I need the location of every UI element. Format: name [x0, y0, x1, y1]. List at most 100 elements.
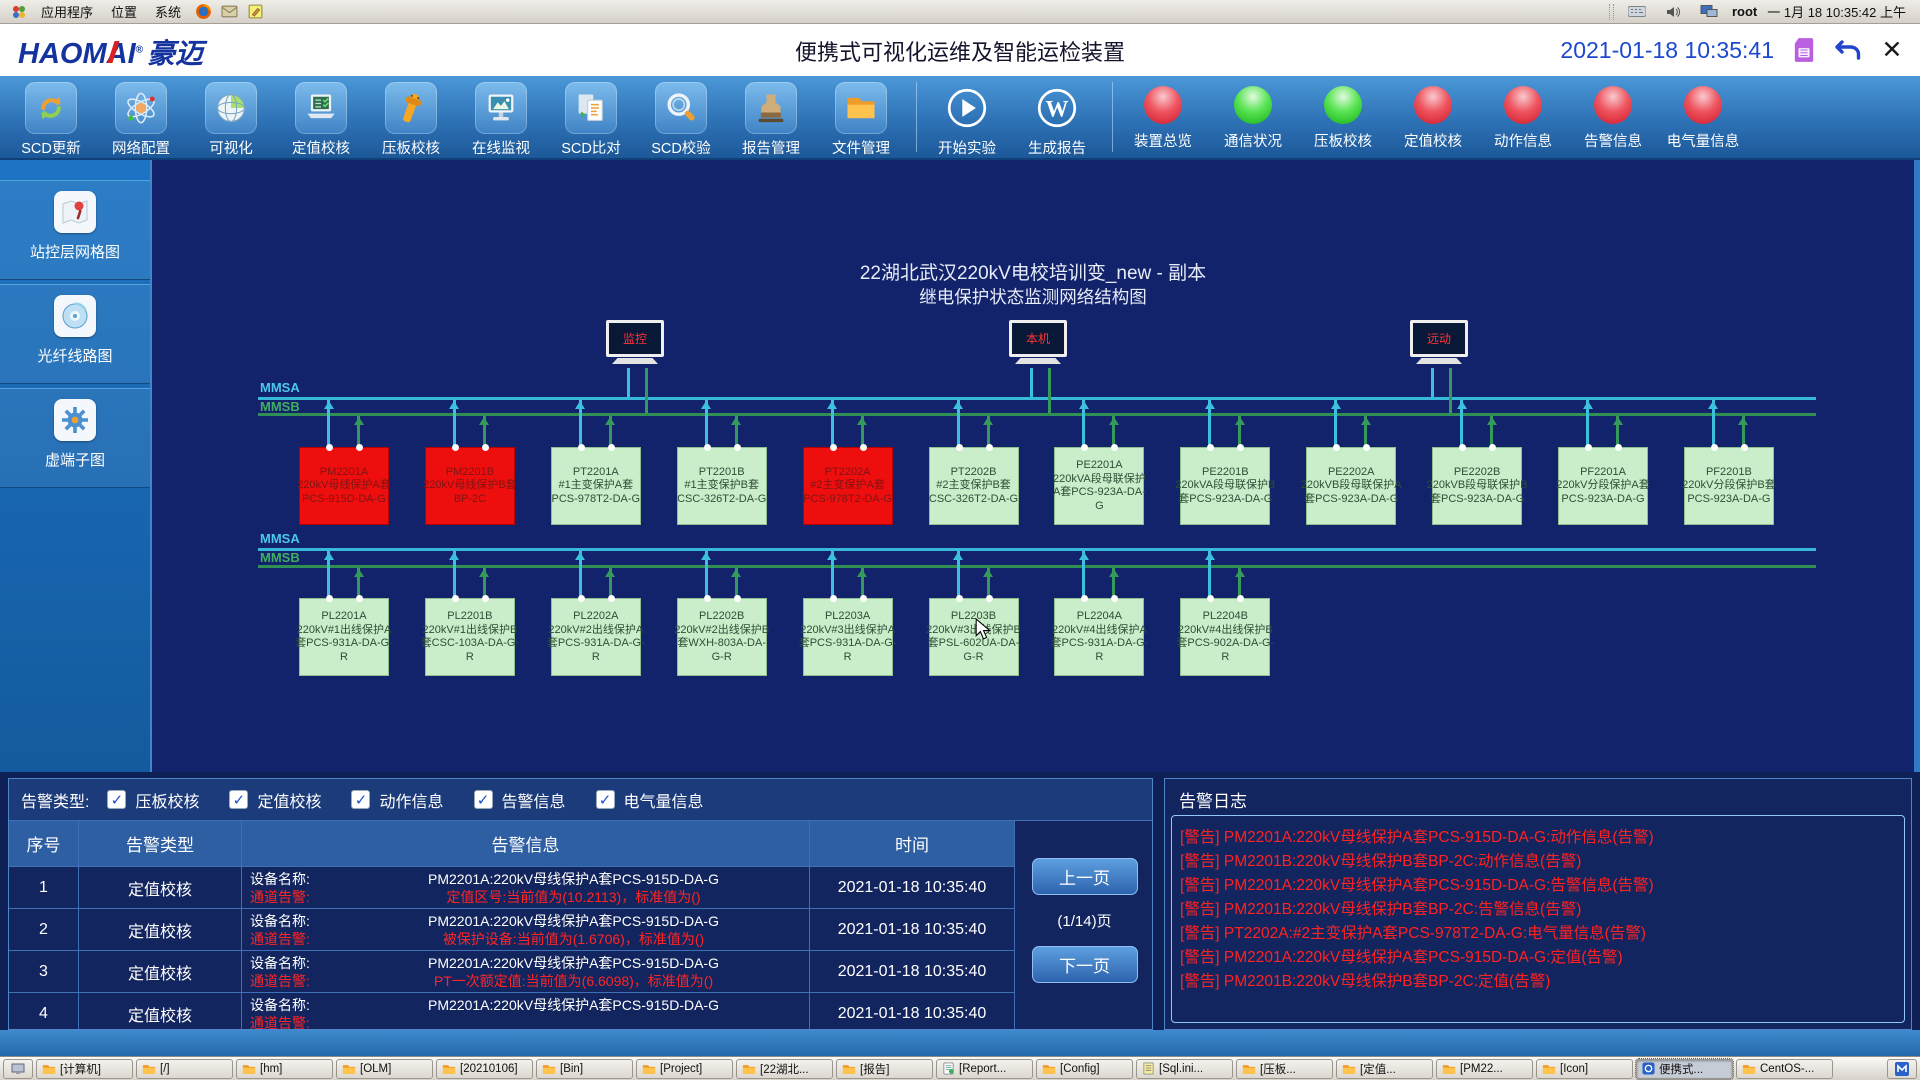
- status-indicator-通信状况[interactable]: 通信状况: [1208, 78, 1298, 158]
- undo-icon[interactable]: [1834, 36, 1862, 64]
- monitor-node-监控[interactable]: 监控: [606, 320, 664, 368]
- device-box-PE2201B[interactable]: PE2201B220kVA段母联保护B套PCS-923A-DA-G: [1180, 447, 1270, 525]
- sd-card-icon[interactable]: [1790, 36, 1818, 64]
- filter-压板校核[interactable]: ✓压板校核: [107, 788, 199, 812]
- next-page-button[interactable]: 下一页: [1032, 946, 1138, 983]
- device-box-PL2201B[interactable]: PL2201B220kV#1出线保护B套CSC-103A-DA-G-R: [425, 598, 515, 676]
- clock[interactable]: 一 1月 18 10:35:42 上午: [1767, 2, 1906, 21]
- taskbar-window-[Icon][interactable]: [Icon]: [1536, 1059, 1633, 1079]
- menu-places[interactable]: 位置: [102, 0, 146, 23]
- toolbar-button-report[interactable]: 报告管理: [726, 78, 816, 158]
- taskbar-window-[hm][interactable]: [hm]: [236, 1059, 333, 1079]
- device-box-PT2202B[interactable]: PT2202B#2主变保护B套CSC-326T2-DA-G: [929, 447, 1019, 525]
- device-box-PL2202A[interactable]: PL2202A220kV#2出线保护A套PCS-931A-DA-G-R: [551, 598, 641, 676]
- device-box-PF2201A[interactable]: PF2201A220kV分段保护A套PCS-923A-DA-G: [1558, 447, 1648, 525]
- volume-icon[interactable]: [1664, 3, 1682, 21]
- checkbox-checked-icon[interactable]: ✓: [351, 790, 370, 809]
- device-box-PE2202A[interactable]: PE2202A220kVB段母联保护A套PCS-923A-DA-G: [1306, 447, 1396, 525]
- taskbar-window-[/][interactable]: [/]: [136, 1059, 233, 1079]
- sidebar-item-pinmap[interactable]: 站控层网格图: [0, 180, 150, 280]
- toolbar-button-checklist[interactable]: 定值校核: [276, 78, 366, 158]
- taskbar-window-[压板...[interactable]: [压板...: [1236, 1059, 1333, 1079]
- filter-定值校核[interactable]: ✓ 定值校核: [229, 788, 321, 812]
- text-editor-icon[interactable]: [246, 3, 264, 21]
- monitor-node-远动[interactable]: 远动: [1410, 320, 1468, 368]
- toolbar-button-tool[interactable]: 压板校核: [366, 78, 456, 158]
- taskbar-window-[报告][interactable]: [报告]: [836, 1059, 933, 1079]
- network-monitor-icon[interactable]: [1700, 3, 1718, 21]
- toolbar-button-search[interactable]: SCD校验: [636, 78, 726, 158]
- alarm-table-row[interactable]: 3定值校核设备名称:PM2201A:220kV母线保护A套PCS-915D-DA…: [9, 951, 1015, 993]
- device-box-PT2201A[interactable]: PT2201A#1主变保护A套PCS-978T2-DA-G: [551, 447, 641, 525]
- taskbar-window-[Sql.ini...[interactable]: [Sql.ini...: [1136, 1059, 1233, 1079]
- device-box-PL2204B[interactable]: PL2204B220kV#4出线保护B套PCS-902A-DA-G-R: [1180, 598, 1270, 676]
- device-box-PL2201A[interactable]: PL2201A220kV#1出线保护A套PCS-931A-DA-G-R: [299, 598, 389, 676]
- status-indicator-电气量信息[interactable]: 电气量信息: [1658, 78, 1748, 158]
- workspace-app-button[interactable]: [1887, 1059, 1917, 1079]
- checkbox-checked-icon[interactable]: ✓: [107, 790, 126, 809]
- sidebar-item-disc[interactable]: 光纤线路图: [0, 284, 150, 384]
- taskbar-window-便携式...[interactable]: 便携式...: [1636, 1059, 1733, 1079]
- firefox-icon[interactable]: [194, 3, 212, 21]
- toolbar-action-wreport[interactable]: W生成报告: [1012, 78, 1102, 158]
- status-indicator-定值校核[interactable]: 定值校核: [1388, 78, 1478, 158]
- device-box-PF2201B[interactable]: PF2201B220kV分段保护B套PCS-923A-DA-G: [1684, 447, 1774, 525]
- alarm-table-row[interactable]: 4定值校核设备名称:PM2201A:220kV母线保护A套PCS-915D-DA…: [9, 993, 1015, 1030]
- checkbox-checked-icon[interactable]: ✓: [474, 790, 493, 809]
- toolbar-button-network[interactable]: 网络配置: [96, 78, 186, 158]
- device-box-PM2201A[interactable]: PM2201A220kV母线保护A套PCS-915D-DA-G: [299, 447, 389, 525]
- toolbar-button-globe[interactable]: 可视化: [186, 78, 276, 158]
- device-box-PL2203A[interactable]: PL2203A220kV#3出线保护A套PCS-931A-DA-G-R: [803, 598, 893, 676]
- alarm-table-row[interactable]: 1定值校核设备名称:PM2201A:220kV母线保护A套PCS-915D-DA…: [9, 867, 1015, 909]
- menu-applications[interactable]: 应用程序: [32, 0, 102, 23]
- toolbar-button-refresh[interactable]: SCD更新: [6, 78, 96, 158]
- taskbar-window-[Project][interactable]: [Project]: [636, 1059, 733, 1079]
- taskbar-window-[PM22...[interactable]: [PM22...: [1436, 1059, 1533, 1079]
- menu-system[interactable]: 系统: [146, 0, 190, 23]
- device-box-PE2201A[interactable]: PE2201A220kVA段母联保护A套PCS-923A-DA-G: [1054, 447, 1144, 525]
- toolbar-button-compare[interactable]: SCD比对: [546, 78, 636, 158]
- checklist-icon: [295, 82, 347, 134]
- toolbar-button-folder[interactable]: 文件管理: [816, 78, 906, 158]
- status-indicator-压板校核[interactable]: 压板校核: [1298, 78, 1388, 158]
- current-user[interactable]: root: [1732, 4, 1757, 19]
- device-box-line: PF2201B: [1706, 466, 1752, 480]
- status-indicator-装置总览[interactable]: 装置总览: [1118, 78, 1208, 158]
- status-indicator-告警信息[interactable]: 告警信息: [1568, 78, 1658, 158]
- taskbar-window-[20210106][interactable]: [20210106]: [436, 1059, 533, 1079]
- status-indicator-动作信息[interactable]: 动作信息: [1478, 78, 1568, 158]
- toolbar-button-monitor[interactable]: 在线监视: [456, 78, 546, 158]
- device-box-PL2202B[interactable]: PL2202B220kV#2出线保护B套WXH-803A-DA-G-R: [677, 598, 767, 676]
- taskbar-window-[Config][interactable]: [Config]: [1036, 1059, 1133, 1079]
- monitor-node-本机[interactable]: 本机: [1009, 320, 1067, 368]
- device-box-PT2201B[interactable]: PT2201B#1主变保护B套CSC-326T2-DA-G: [677, 447, 767, 525]
- toolbar-action-play[interactable]: 开始实验: [922, 78, 1012, 158]
- taskbar-window-[计算机][interactable]: [计算机]: [36, 1059, 133, 1079]
- checkbox-checked-icon[interactable]: ✓: [596, 790, 615, 809]
- filter-告警信息[interactable]: ✓告警信息: [474, 788, 566, 812]
- filter-label: 定值校核: [257, 788, 321, 812]
- network-diagram-canvas[interactable]: 22湖北武汉220kV电校培训变_new - 副本 继电保护状态监测网络结构图 …: [150, 160, 1914, 772]
- alarm-table-row[interactable]: 2定值校核设备名称:PM2201A:220kV母线保护A套PCS-915D-DA…: [9, 909, 1015, 951]
- device-box-PL2204A[interactable]: PL2204A220kV#4出线保护A套PCS-931A-DA-G-R: [1054, 598, 1144, 676]
- device-box-PL2203B[interactable]: PL2203B220kV#3出线保护B套PSL-602UA-DA-G-R: [929, 598, 1019, 676]
- filter-电气量信息[interactable]: ✓电气量信息: [596, 788, 704, 812]
- taskbar-window-[Report...[interactable]: [Report...: [936, 1059, 1033, 1079]
- filter-动作信息[interactable]: ✓动作信息: [351, 788, 443, 812]
- taskbar-window-[OLM][interactable]: [OLM]: [336, 1059, 433, 1079]
- device-box-PT2202A[interactable]: PT2202A#2主变保护A套PCS-978T2-DA-G: [803, 447, 893, 525]
- taskbar-window-CentOS-...[interactable]: CentOS-...: [1736, 1059, 1833, 1079]
- checkbox-checked-icon[interactable]: ✓: [229, 790, 248, 809]
- device-box-PE2202B[interactable]: PE2202B220kVB段母联保护B套PCS-923A-DA-G: [1432, 447, 1522, 525]
- taskbar-window-[Bin][interactable]: [Bin]: [536, 1059, 633, 1079]
- alarm-log-list[interactable]: [警告] PM2201A:220kV母线保护A套PCS-915D-DA-G:动作…: [1171, 815, 1905, 1023]
- show-desktop-button[interactable]: [3, 1059, 33, 1079]
- mail-icon[interactable]: [220, 3, 238, 21]
- close-icon[interactable]: ✕: [1878, 36, 1906, 64]
- sidebar-item-gear[interactable]: 虚端子图: [0, 388, 150, 488]
- taskbar-window-[22湖北...[interactable]: [22湖北...: [736, 1059, 833, 1079]
- device-box-PM2201B[interactable]: PM2201B220kV母线保护B套BP-2C: [425, 447, 515, 525]
- keyboard-indicator-icon[interactable]: [1628, 3, 1646, 21]
- taskbar-window-[定值...[interactable]: [定值...: [1336, 1059, 1433, 1079]
- prev-page-button[interactable]: 上一页: [1032, 858, 1138, 895]
